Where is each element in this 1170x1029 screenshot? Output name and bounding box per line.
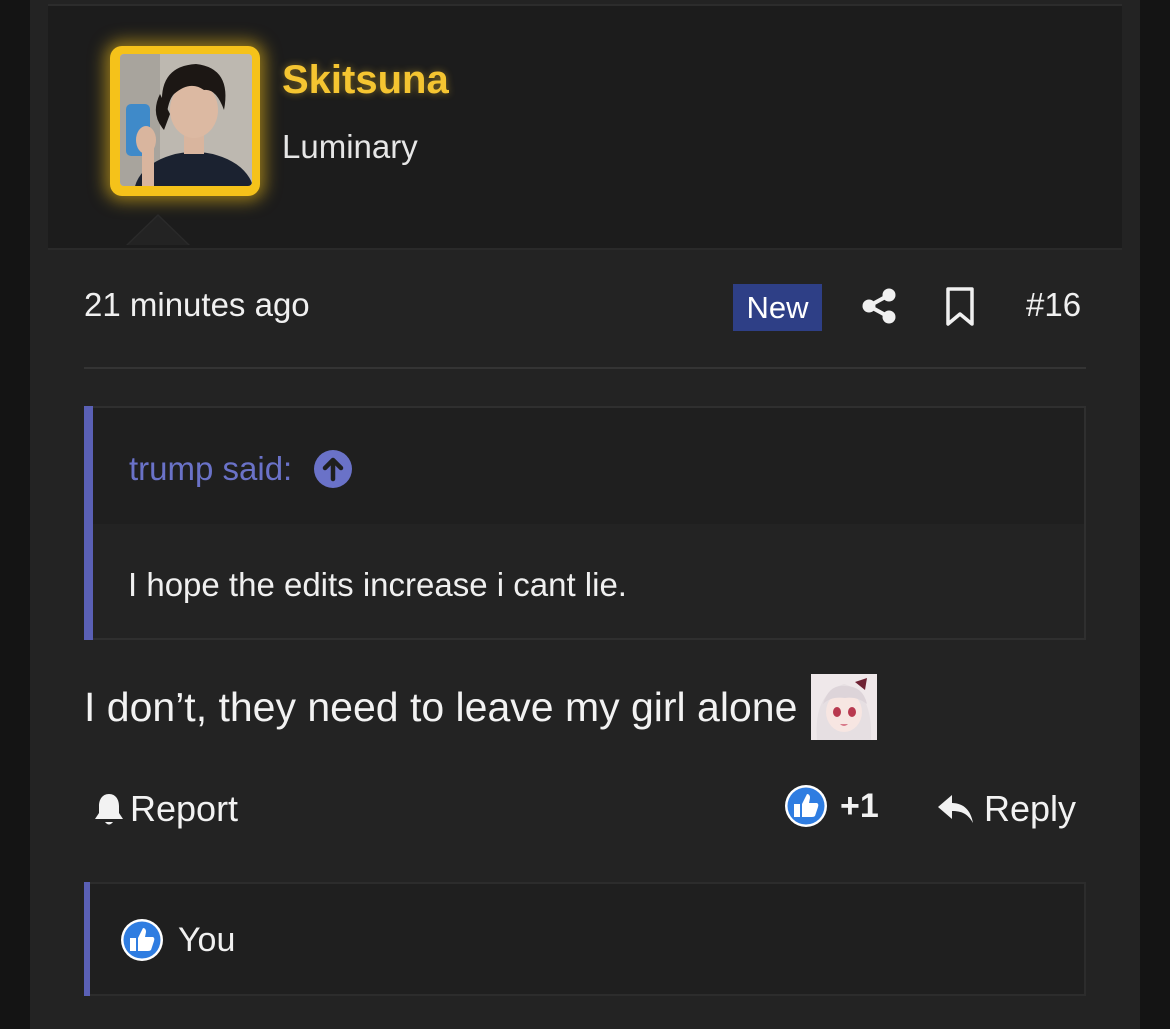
quote-author-link[interactable]: trump said: (129, 450, 353, 488)
quote-author-label: trump said: (129, 450, 293, 487)
report-button[interactable]: Report (92, 788, 238, 830)
thumbs-up-icon (785, 785, 827, 827)
post-timestamp[interactable]: 21 minutes ago (84, 286, 310, 324)
bell-icon (95, 794, 123, 825)
avatar-image (120, 54, 252, 186)
userbar-pointer (126, 214, 190, 245)
post-number-link[interactable]: #16 (1026, 286, 1081, 324)
bookmark-icon[interactable] (944, 287, 976, 327)
reply-label: Reply (984, 788, 1077, 829)
quote-header: trump said: (93, 408, 1084, 524)
thumbs-up-icon (121, 919, 163, 961)
like-count: +1 (840, 786, 879, 825)
anime-girl-image (811, 674, 878, 740)
reactions-bar: You (84, 882, 1086, 996)
post-actions: Report +1 Reply (84, 780, 1086, 840)
reactions-accent-bar (84, 882, 90, 996)
reply-button[interactable]: Reply (936, 788, 1076, 830)
reaction-users: You (178, 920, 236, 959)
quote-text: I hope the edits increase i cant lie. (128, 566, 627, 603)
user-info-bar: Skitsuna Luminary (48, 4, 1122, 250)
share-icon[interactable] (860, 287, 898, 325)
user-title: Luminary (282, 128, 418, 165)
header-divider (84, 367, 1086, 369)
avatar[interactable] (120, 54, 252, 186)
arrow-up-icon[interactable] (314, 450, 353, 488)
quote-accent-bar (84, 406, 93, 640)
avatar-frame (110, 46, 260, 196)
anime-girl-emoji (811, 674, 878, 740)
report-label: Report (130, 788, 239, 829)
post-message: I don’t, they need to leave my girl alon… (84, 674, 878, 740)
username[interactable]: Skitsuna (282, 58, 449, 103)
reactions-list[interactable]: You (120, 918, 235, 962)
post-container: Skitsuna Luminary 21 minutes ago New #16… (30, 0, 1140, 1029)
blockquote: trump said: I hope the edits increase i … (84, 406, 1086, 640)
like-button[interactable]: +1 (784, 784, 879, 828)
message-text: I don’t, they need to leave my girl alon… (84, 683, 798, 730)
new-badge: New (733, 284, 822, 331)
reply-icon (938, 795, 973, 823)
